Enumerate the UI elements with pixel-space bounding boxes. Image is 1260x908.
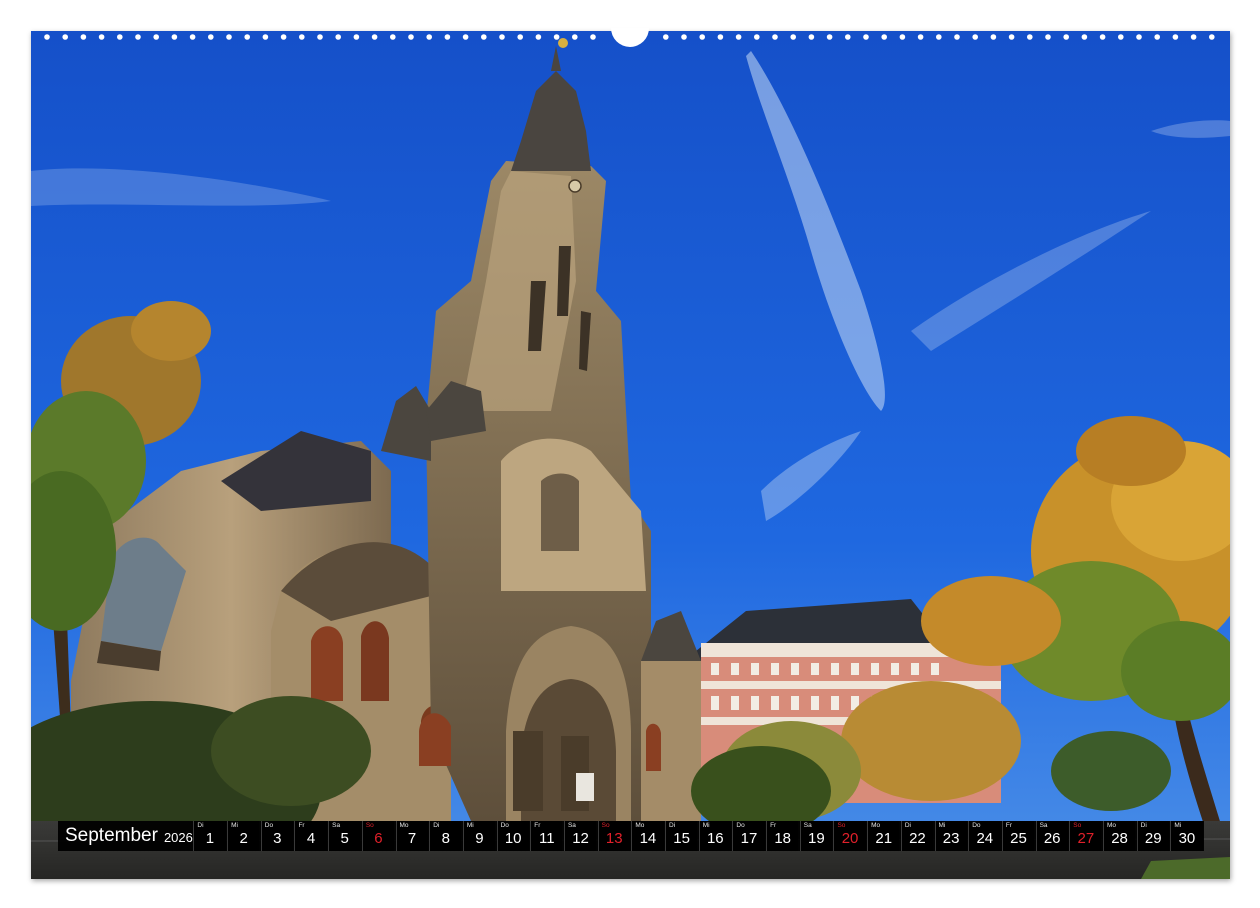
day-number: 6 — [374, 830, 383, 847]
day-number: 26 — [1043, 830, 1061, 847]
calendar-day: Mo 7 — [395, 821, 428, 851]
day-number: 30 — [1178, 830, 1196, 847]
weekday-label: Do — [500, 822, 509, 829]
calendar-day: Sa 12 — [563, 821, 597, 851]
calendar-day: Mi 2 — [227, 821, 260, 851]
calendar-day: So 20 — [833, 821, 866, 851]
weekday-label: Mo — [871, 822, 881, 829]
calendar-day: Sa 5 — [328, 821, 361, 851]
weekday-label: Mo — [635, 822, 645, 829]
calendar-day: Mo 14 — [631, 821, 664, 851]
weekday-label: Di — [904, 822, 911, 829]
weekday-label: Sa — [332, 822, 341, 829]
day-number: 10 — [504, 830, 522, 847]
binding-strip — [31, 28, 1230, 48]
day-number: 24 — [976, 830, 994, 847]
calendar-day: Mi 16 — [698, 821, 731, 851]
day-number: 14 — [639, 830, 657, 847]
calendar-day: So 13 — [597, 821, 630, 851]
calendar-days: Di 1 Mi 2 Do 3 Fr 4 Sa 5 So 6 Mo 7 Di 8 Mi 9 Do 10 Fr 11 Sa 12 S… — [193, 821, 1204, 851]
calendar-month: September 2026 — [58, 821, 193, 851]
calendar-day: Do 10 — [496, 821, 529, 851]
day-number: 29 — [1144, 830, 1162, 847]
calendar-day: Do 24 — [968, 821, 1001, 851]
calendar-day: Fr 11 — [530, 821, 563, 851]
calendar-day: Do 17 — [732, 821, 765, 851]
day-number: 28 — [1111, 830, 1128, 847]
calendar-day: So 6 — [361, 821, 394, 851]
calendar-day: Fr 4 — [294, 821, 327, 851]
day-number: 25 — [1010, 830, 1027, 847]
day-number: 20 — [841, 830, 859, 847]
weekday-label: Mi — [231, 822, 238, 829]
calendar-day: Mo 28 — [1102, 821, 1136, 851]
calendar-day: Di 15 — [665, 821, 698, 851]
calendar-day: So 27 — [1069, 821, 1102, 851]
church-photo — [31, 31, 1230, 879]
calendar-bar: September 2026 Di 1 Mi 2 Do 3 Fr 4 Sa 5 So 6 Mo 7 Di 8 M… — [58, 821, 1204, 851]
day-number: 27 — [1077, 830, 1095, 847]
weekday-label: Di — [1140, 822, 1147, 829]
day-number: 3 — [273, 830, 282, 847]
calendar-day: Mo 21 — [867, 821, 900, 851]
calendar-day: Di 22 — [900, 821, 933, 851]
weekday-label: Sa — [567, 822, 576, 829]
calendar-day: Di 29 — [1136, 821, 1169, 851]
calendar-day: Sa 19 — [799, 821, 832, 851]
calendar-day: Sa 26 — [1035, 821, 1068, 851]
day-number: 5 — [340, 830, 349, 847]
day-number: 23 — [942, 830, 960, 847]
year-label: 2026 — [163, 830, 193, 845]
weekday-label: So — [601, 822, 610, 829]
day-number: 13 — [605, 830, 623, 847]
day-number: 8 — [441, 830, 450, 847]
calendar-day: Di 8 — [429, 821, 462, 851]
calendar-day: Fr 25 — [1001, 821, 1035, 851]
weekday-label: Sa — [1039, 822, 1048, 829]
day-number: 19 — [808, 830, 825, 847]
calendar-day: Fr 18 — [766, 821, 799, 851]
weekday-label: Fr — [298, 822, 305, 829]
day-number: 11 — [539, 830, 555, 847]
day-number: 15 — [673, 830, 690, 847]
calendar-day: Mi 23 — [934, 821, 967, 851]
day-number: 17 — [740, 830, 758, 847]
weekday-label: Do — [264, 822, 274, 829]
weekday-label: Fr — [534, 822, 541, 829]
weekday-label: Mo — [399, 822, 409, 829]
day-number: 16 — [706, 830, 724, 847]
calendar-day: Do 3 — [260, 821, 293, 851]
weekday-label: Di — [669, 822, 676, 829]
weekday-label: So — [837, 822, 846, 829]
month-name: September — [65, 825, 158, 846]
day-number: 4 — [306, 830, 316, 847]
weekday-label: So — [365, 822, 374, 829]
calendar-day: Mi 30 — [1170, 821, 1203, 851]
weekday-label: Mi — [702, 822, 710, 829]
weekday-label: Mo — [1106, 822, 1116, 829]
day-number: 21 — [875, 830, 893, 847]
weekday-label: Do — [736, 822, 745, 829]
day-number: 1 — [205, 830, 215, 847]
day-number: 9 — [475, 830, 484, 847]
weekday-label: Di — [433, 822, 440, 829]
weekday-label: Mi — [466, 822, 474, 829]
calendar-day: Mi 9 — [462, 821, 496, 851]
weekday-label: Fr — [770, 822, 777, 829]
weekday-label: So — [1073, 822, 1082, 829]
weekday-label: Fr — [1005, 822, 1013, 829]
day-number: 22 — [909, 830, 926, 847]
calendar-day: Di 1 — [193, 821, 226, 851]
day-number: 18 — [774, 830, 791, 847]
day-number: 12 — [572, 830, 589, 847]
weekday-label: Mi — [938, 822, 946, 829]
weekday-label: Di — [197, 822, 204, 829]
day-number: 7 — [407, 830, 417, 847]
day-number: 2 — [239, 830, 248, 847]
wire-binding-icon — [44, 28, 1215, 47]
weekday-label: Sa — [803, 822, 812, 829]
weekday-label: Do — [972, 822, 981, 829]
weekday-label: Mi — [1174, 822, 1182, 829]
